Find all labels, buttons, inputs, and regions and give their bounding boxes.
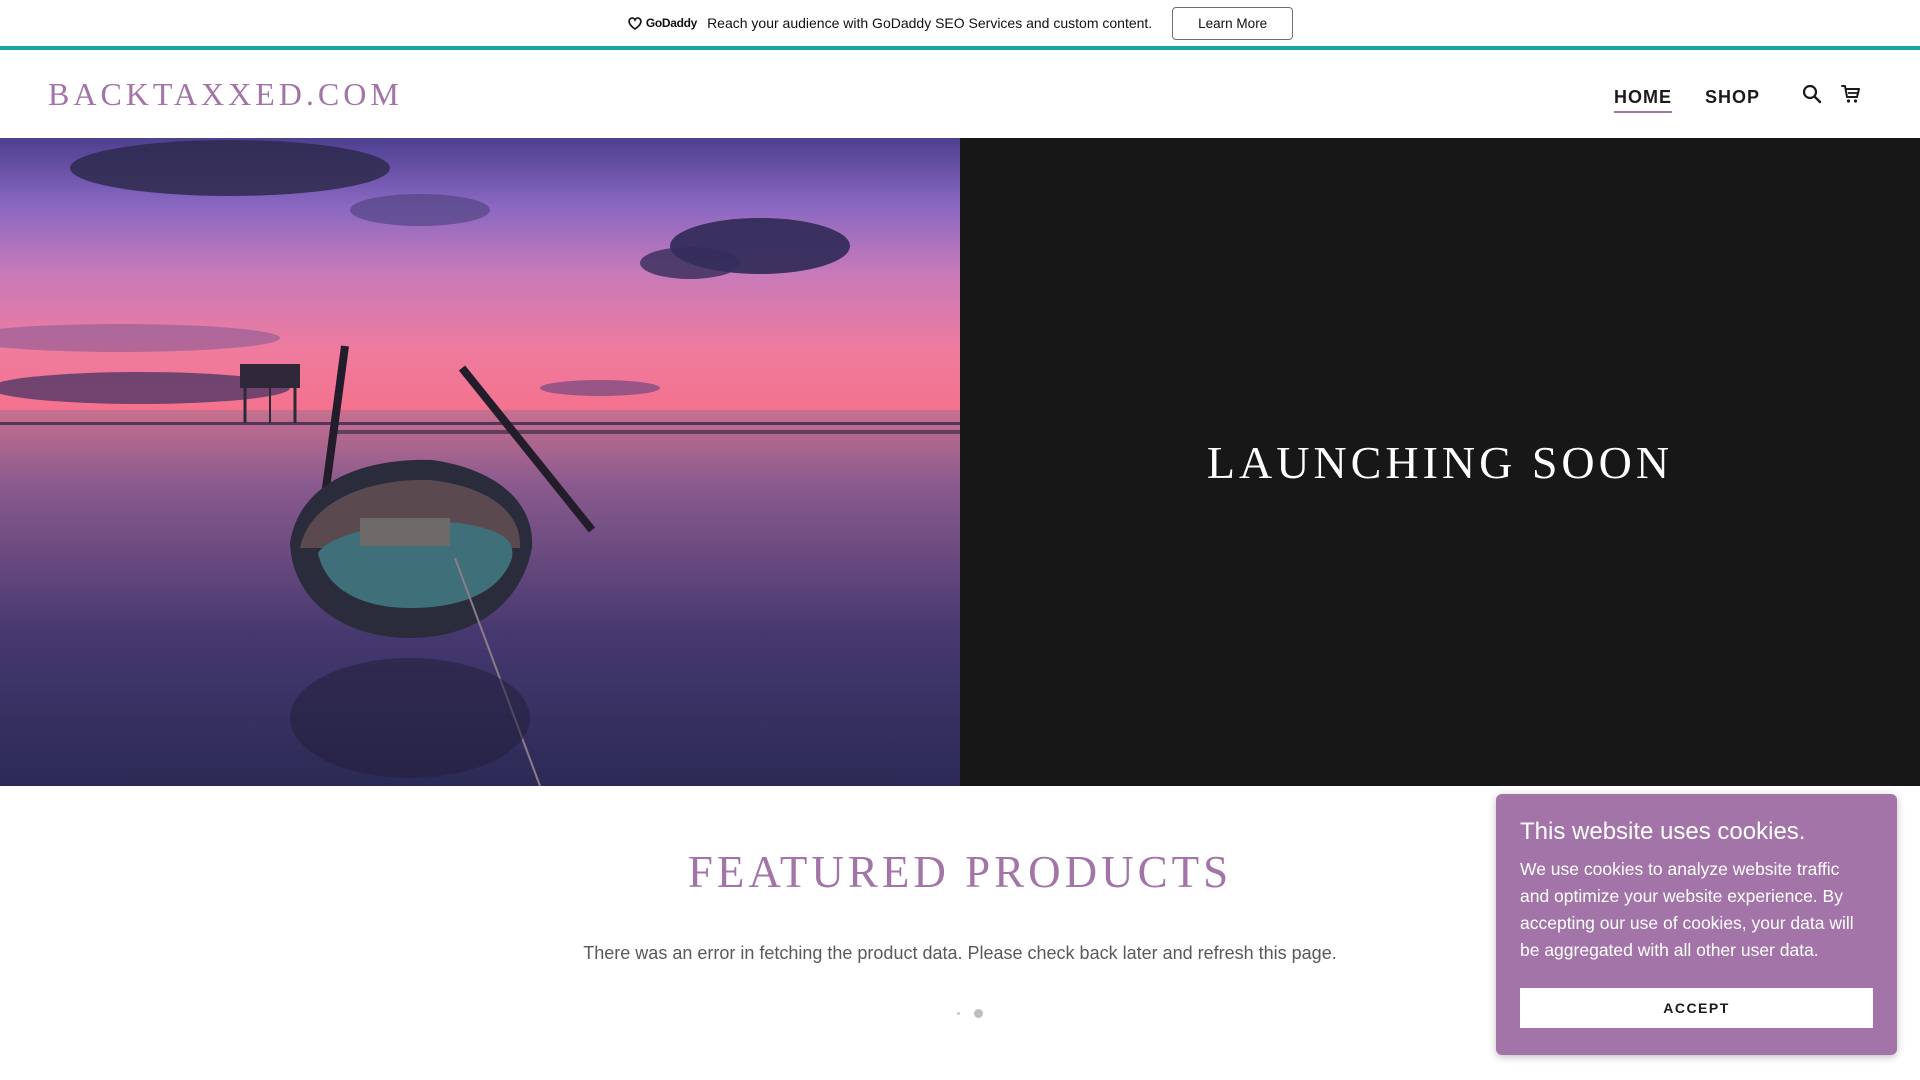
- promo-banner: GoDaddy Reach your audience with GoDaddy…: [0, 0, 1920, 46]
- cookie-title: This website uses cookies.: [1520, 818, 1806, 845]
- site-title[interactable]: BACKTAXXED.COM: [48, 76, 403, 113]
- nav-shop[interactable]: SHOP: [1705, 87, 1760, 113]
- hero-heading: LAUNCHING SOON: [1206, 436, 1674, 488]
- learn-more-button[interactable]: Learn More: [1172, 6, 1294, 40]
- hero-panel: LAUNCHING SOON: [960, 138, 1920, 786]
- accept-cookies-button[interactable]: ACCEPT: [1520, 988, 1873, 1028]
- cookie-text: We use cookies to analyze website traffi…: [1520, 859, 1854, 960]
- loading-dot: [974, 1009, 983, 1018]
- loading-dot: [957, 1012, 960, 1015]
- godaddy-wordmark: GoDaddy: [645, 16, 698, 30]
- nav-home[interactable]: HOME: [1614, 87, 1672, 113]
- godaddy-logo[interactable]: GoDaddy: [627, 16, 697, 30]
- godaddy-icon: [628, 17, 642, 30]
- loading-dots: [957, 1009, 983, 1018]
- promo-text: Reach your audience with GoDaddy SEO Ser…: [707, 15, 1153, 31]
- main-nav: HOME SHOP: [1614, 87, 1760, 113]
- cart-icon[interactable]: [1840, 83, 1862, 105]
- cookie-banner: This website uses cookies. We use cookie…: [1496, 794, 1897, 1055]
- site-header: BACKTAXXED.COM HOME SHOP: [0, 50, 1920, 138]
- hero-image: [0, 138, 960, 786]
- hero-section: LAUNCHING SOON: [0, 138, 1920, 786]
- search-icon[interactable]: [1801, 83, 1823, 105]
